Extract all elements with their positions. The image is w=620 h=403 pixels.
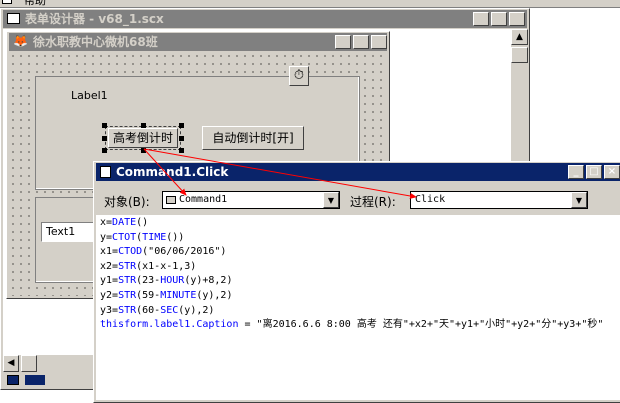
- annotation-arrows: [143, 148, 417, 199]
- arrow-to-procedure: [143, 148, 417, 199]
- arrow-to-object: [143, 148, 187, 196]
